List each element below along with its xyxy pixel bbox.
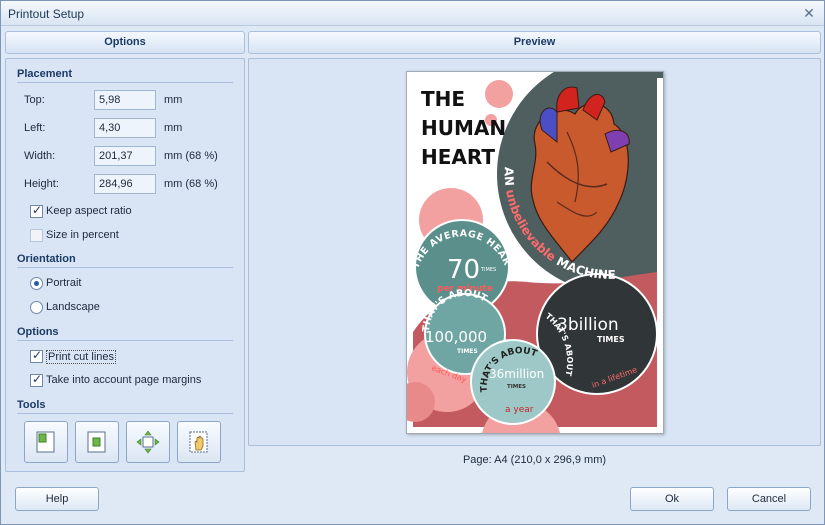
align-top-left-icon <box>36 431 55 453</box>
tools-divider <box>17 413 233 414</box>
keep-aspect-checkbox[interactable] <box>30 203 43 218</box>
height-unit: mm (68 %) <box>164 178 218 190</box>
manual-position-button[interactable] <box>177 421 221 463</box>
a-year: a year <box>505 405 534 415</box>
poster-title-line1: THE <box>421 87 465 111</box>
left-input[interactable] <box>94 118 156 138</box>
left-label: Left: <box>24 122 46 134</box>
orientation-divider <box>17 267 233 268</box>
poster-artwork: THE HUMAN HEART AN unbelievable MACHINE … <box>395 54 737 482</box>
top-input[interactable] <box>94 90 156 110</box>
num-100k: 100,000 <box>425 328 487 346</box>
times-label-3: TIMES <box>597 335 625 344</box>
options-header: Options <box>5 31 245 54</box>
close-icon[interactable]: ✕ <box>800 4 818 22</box>
width-input[interactable] <box>94 146 156 166</box>
width-unit: mm (68 %) <box>164 150 218 162</box>
width-label: Width: <box>24 150 56 162</box>
top-unit: mm <box>164 94 183 106</box>
page-preview[interactable]: THE HUMAN HEART AN unbelievable MACHINE … <box>395 54 737 482</box>
options-divider <box>17 340 233 341</box>
ok-button[interactable]: Ok <box>630 487 714 511</box>
times-label-4: TIMES <box>507 384 526 390</box>
cancel-button[interactable]: Cancel <box>727 487 811 511</box>
size-percent-label[interactable]: Size in percent <box>46 229 119 241</box>
preview-panel: THE HUMAN HEART AN unbelievable MACHINE … <box>248 54 821 482</box>
help-button[interactable]: Help <box>15 487 99 511</box>
height-label: Height: <box>24 178 59 190</box>
poster-title-line3: HEART <box>421 145 495 169</box>
poster-title-line2: HUMAN <box>421 116 506 140</box>
page-margins-checkbox[interactable] <box>30 372 43 387</box>
left-unit: mm <box>164 122 183 134</box>
orientation-title: Orientation <box>17 253 76 265</box>
top-label: Top: <box>24 94 45 106</box>
printout-setup-dialog: Printout Setup ✕ Options Preview Placeme… <box>0 0 825 525</box>
times-label-1: TIMES <box>480 267 496 273</box>
preview-header: Preview <box>248 31 821 54</box>
title-bar[interactable]: Printout Setup ✕ <box>1 1 824 26</box>
fit-page-button[interactable] <box>126 421 170 463</box>
num-70: 70 <box>447 255 480 285</box>
landscape-radio[interactable] <box>30 301 43 314</box>
center-icon <box>87 431 106 453</box>
size-percent-checkbox[interactable] <box>30 229 43 242</box>
placement-title: Placement <box>17 68 73 80</box>
page-margins-label[interactable]: Take into account page margins <box>46 374 201 386</box>
tools-title: Tools <box>17 399 46 411</box>
center-button[interactable] <box>75 421 119 463</box>
options-panel: Placement Top: mm Left: mm Width: mm (68… <box>5 58 245 472</box>
keep-aspect-label[interactable]: Keep aspect ratio <box>46 205 132 217</box>
portrait-radio[interactable] <box>30 277 43 290</box>
placement-divider <box>17 82 233 83</box>
page-size-info: Page: A4 (210,0 x 296,9 mm) <box>462 454 607 466</box>
num-36million: 36million <box>489 367 544 381</box>
print-cut-lines-label[interactable]: Print cut lines <box>46 350 117 364</box>
landscape-label[interactable]: Landscape <box>46 301 100 313</box>
expand-arrows-icon <box>136 430 160 454</box>
align-top-left-button[interactable] <box>24 421 68 463</box>
portrait-label[interactable]: Portrait <box>46 277 81 289</box>
options-title: Options <box>17 326 59 338</box>
hand-icon <box>189 431 208 453</box>
print-cut-lines-checkbox[interactable] <box>30 348 43 363</box>
window-title: Printout Setup <box>8 7 85 21</box>
times-label-2: TIMES <box>457 348 478 355</box>
height-input[interactable] <box>94 174 156 194</box>
